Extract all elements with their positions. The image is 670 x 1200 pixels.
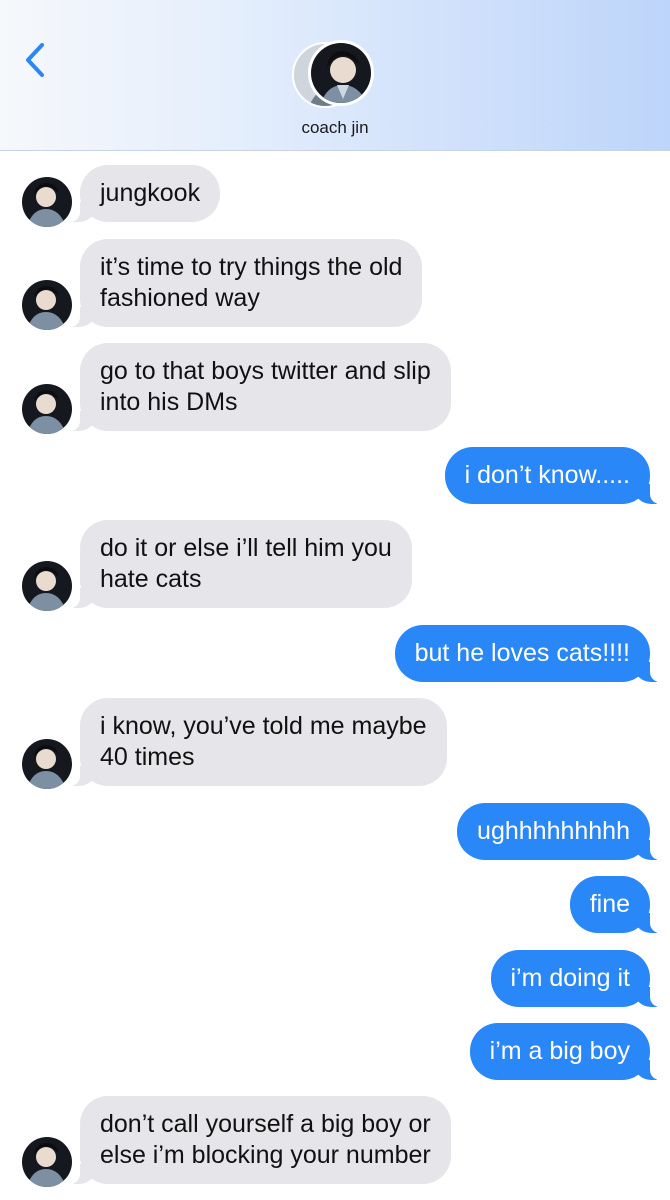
message-text: i’m a big boy — [489, 1037, 630, 1065]
message-text-line: else i’m blocking your number — [100, 1141, 431, 1169]
sender-avatar[interactable] — [22, 561, 72, 611]
message-text: i don’t know..... — [464, 461, 630, 489]
message-text: jungkook — [100, 179, 201, 207]
back-button[interactable] — [18, 38, 52, 82]
message-text-line: go to that boys twitter and slip — [100, 357, 431, 385]
incoming-message[interactable]: i know, you’ve told me maybe 40 times — [65, 698, 447, 786]
message-text-line: it’s time to try things the old — [100, 253, 403, 281]
message-text-line: 40 times — [100, 743, 195, 771]
sender-avatar[interactable] — [22, 1137, 72, 1187]
message-text: ughhhhhhhhh — [477, 817, 630, 845]
incoming-message[interactable]: jungkook — [64, 165, 221, 222]
sender-avatar[interactable] — [22, 177, 72, 227]
message-text-line: do it or else i’ll tell him you — [100, 534, 392, 562]
message-text-line: i know, you’ve told me maybe — [100, 712, 427, 740]
message-thread: jungkook it’s time to try things the old… — [0, 151, 670, 1200]
message-text: fine — [589, 890, 630, 918]
outgoing-message[interactable]: but he loves cats!!!! — [394, 625, 666, 682]
incoming-message[interactable]: go to that boys twitter and slip into hi… — [65, 343, 451, 431]
outgoing-message[interactable]: fine — [569, 876, 666, 933]
message-text: but he loves cats!!!! — [414, 639, 630, 667]
chevron-left-icon — [26, 43, 44, 77]
incoming-message[interactable]: don’t call yourself a big boy or else i’… — [65, 1096, 451, 1184]
contact-name[interactable]: coach jin — [0, 118, 670, 138]
incoming-message[interactable]: do it or else i’ll tell him you hate cat… — [65, 520, 412, 608]
message-text-line: fashioned way — [100, 284, 260, 312]
outgoing-message[interactable]: i’m a big boy — [469, 1023, 666, 1080]
incoming-message[interactable]: it’s time to try things the old fashione… — [64, 239, 423, 327]
message-text-line: don’t call yourself a big boy or — [100, 1110, 431, 1138]
outgoing-message[interactable]: ughhhhhhhhh — [457, 803, 665, 860]
sender-avatar[interactable] — [22, 280, 72, 330]
message-text: i’m doing it — [510, 964, 631, 992]
contact-avatar[interactable] — [290, 40, 380, 110]
message-text-line: into his DMs — [100, 388, 238, 416]
outgoing-message[interactable]: i’m doing it — [490, 950, 665, 1007]
avatar-primary — [308, 40, 374, 106]
conversation-header: coach jin — [0, 0, 670, 151]
sender-avatar[interactable] — [22, 384, 72, 434]
message-text-line: hate cats — [100, 565, 202, 593]
sender-avatar[interactable] — [22, 739, 72, 789]
outgoing-message[interactable]: i don’t know..... — [444, 447, 666, 504]
